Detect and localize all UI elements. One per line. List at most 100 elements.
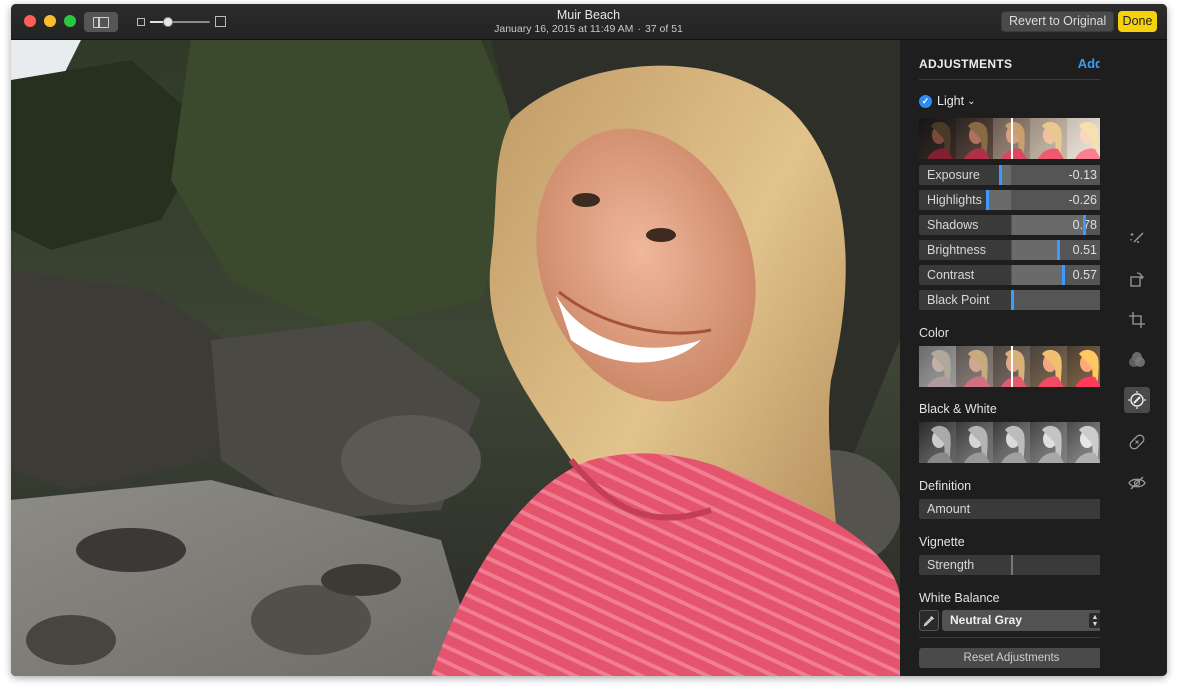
filters-tool-button[interactable] xyxy=(1124,347,1150,373)
panel-divider xyxy=(919,637,1104,638)
white-balance-select[interactable]: Neutral Gray ▲ ▼ xyxy=(942,610,1104,631)
crop-icon xyxy=(1129,312,1145,328)
light-thumbnail-strip[interactable] xyxy=(919,118,1104,159)
adjust-tool-button[interactable] xyxy=(1124,387,1150,413)
black-white-label: Black & White xyxy=(919,402,997,416)
black-point-slider-track xyxy=(1011,290,1104,310)
highlights-slider-marker[interactable] xyxy=(986,190,990,210)
color-label: Color xyxy=(919,326,949,340)
contrast-slider-value: 0.57 xyxy=(1072,268,1097,282)
brightness-slider-fill xyxy=(1011,240,1058,260)
eyedropper-icon xyxy=(923,615,934,626)
minimize-button[interactable] xyxy=(44,15,56,27)
close-button[interactable] xyxy=(24,15,36,27)
light-thumbnail xyxy=(1067,118,1104,159)
shadows-slider-label: Shadows xyxy=(927,218,979,232)
chevron-down-icon[interactable]: ⌄ xyxy=(967,96,975,107)
brightness-slider-label: Brightness xyxy=(927,243,987,257)
sidebar-toggle-button[interactable] xyxy=(84,12,118,32)
adjust-icon xyxy=(1128,391,1146,409)
color-thumbnail xyxy=(956,346,993,387)
color-thumbnail xyxy=(919,346,956,387)
sidebar-icon xyxy=(93,16,109,28)
photo-canvas[interactable] xyxy=(11,40,900,676)
color-thumbnail xyxy=(1030,346,1067,387)
brightness-slider[interactable]: Brightness 0.51 xyxy=(919,240,1104,260)
highlights-slider-fill xyxy=(987,190,1012,210)
photo-image xyxy=(11,40,900,676)
retouch-icon xyxy=(1129,434,1145,450)
highlights-slider-value: -0.26 xyxy=(1068,193,1098,207)
vignette-label: Vignette xyxy=(919,535,965,549)
light-thumbnail xyxy=(1030,118,1067,159)
black-white-thumbnail xyxy=(956,422,993,463)
zoom-in-icon[interactable] xyxy=(215,16,226,27)
reset-adjustments-button[interactable]: Reset Adjustments xyxy=(919,648,1104,668)
definition-slider-label: Amount xyxy=(927,502,971,516)
photo-subtitle: January 16, 2015 at 11:49 AM · 37 of 51 xyxy=(451,23,726,35)
black-white-thumbnail xyxy=(993,422,1030,463)
color-thumbnail-strip[interactable] xyxy=(919,346,1104,387)
retouch-tool-button[interactable] xyxy=(1124,429,1150,455)
photo-counter: 37 of 51 xyxy=(644,23,683,35)
shadows-slider-marker[interactable] xyxy=(1082,215,1086,235)
color-strip-marker[interactable] xyxy=(1010,346,1013,387)
photos-window: Muir Beach January 16, 2015 at 11:49 AM ·… xyxy=(11,4,1167,676)
contrast-slider[interactable]: Contrast 0.57 xyxy=(919,265,1104,285)
white-balance-controls: Neutral Gray ▲ ▼ xyxy=(919,610,1104,631)
exposure-slider-marker[interactable] xyxy=(999,165,1003,185)
black-white-thumbnail xyxy=(919,422,956,463)
photo-date: January 16, 2015 at 11:49 AM xyxy=(494,23,634,35)
crop-tool-button[interactable] xyxy=(1124,307,1150,333)
brightness-slider-value: 0.51 xyxy=(1072,243,1097,257)
zoom-out-icon[interactable] xyxy=(137,18,145,26)
exposure-slider-value: -0.13 xyxy=(1068,168,1098,182)
white-balance-label: White Balance xyxy=(919,591,1000,605)
light-strip-marker[interactable] xyxy=(1010,118,1013,159)
filters-icon xyxy=(1129,352,1145,367)
subtitle-separator: · xyxy=(637,23,641,35)
done-button[interactable]: Done xyxy=(1118,11,1157,32)
vignette-slider[interactable]: Strength xyxy=(919,555,1104,575)
magic-wand-icon xyxy=(1130,232,1144,243)
title-bar: Muir Beach January 16, 2015 at 11:49 AM ·… xyxy=(11,4,1167,40)
white-balance-selected: Neutral Gray xyxy=(950,613,1023,627)
rotate-tool-button[interactable] xyxy=(1124,266,1150,292)
enhance-tool-button[interactable] xyxy=(1124,226,1150,252)
zoom-slider[interactable] xyxy=(150,17,210,27)
shadows-slider[interactable]: Shadows0.78 xyxy=(919,215,1104,235)
photo-title: Muir Beach xyxy=(556,8,621,22)
color-thumbnail xyxy=(1067,346,1104,387)
eyedropper-button[interactable] xyxy=(919,610,939,631)
highlights-slider[interactable]: Highlights -0.26 xyxy=(919,190,1104,210)
brightness-slider-marker[interactable] xyxy=(1056,240,1060,260)
adjustments-title: ADJUSTMENTS xyxy=(919,57,1013,71)
highlights-slider-label: Highlights xyxy=(927,193,982,207)
adjustments-panel: ADJUSTMENTS Add ✓ Light ⌄ Exposure -0.13 H… xyxy=(900,40,1104,676)
contrast-slider-label: Contrast xyxy=(927,268,975,282)
black-point-slider-label: Black Point xyxy=(927,293,990,307)
black-white-thumbnail xyxy=(1030,422,1067,463)
zoom-slider-knob[interactable] xyxy=(163,17,173,27)
exposure-slider[interactable]: Exposure -0.13 xyxy=(919,165,1104,185)
contrast-slider-marker[interactable] xyxy=(1062,265,1066,285)
black-point-slider-marker[interactable] xyxy=(1010,290,1014,310)
adjustments-header: ADJUSTMENTS Add xyxy=(919,54,1103,80)
light-label: Light xyxy=(937,94,965,108)
vignette-slider-label: Strength xyxy=(927,558,975,572)
light-thumbnail xyxy=(956,118,993,159)
exposure-slider-label: Exposure xyxy=(927,168,980,182)
light-thumbnail xyxy=(919,118,956,159)
light-enabled-checkbox[interactable]: ✓ xyxy=(919,94,932,108)
black-point-slider[interactable]: Black Point xyxy=(919,290,1104,310)
light-section-header[interactable]: ✓ Light ⌄ xyxy=(919,93,976,109)
black-white-thumbnail xyxy=(1067,422,1104,463)
revert-to-original-button[interactable]: Revert to Original xyxy=(1001,11,1115,32)
definition-slider[interactable]: Amount xyxy=(919,499,1104,519)
rotate-icon xyxy=(1130,272,1144,287)
red-eye-tool-button[interactable] xyxy=(1124,470,1150,496)
black-white-thumbnail-strip[interactable] xyxy=(919,422,1104,463)
vignette-slider-marker[interactable] xyxy=(1010,555,1013,575)
fullscreen-button[interactable] xyxy=(64,15,76,27)
contrast-slider-fill xyxy=(1011,265,1064,285)
